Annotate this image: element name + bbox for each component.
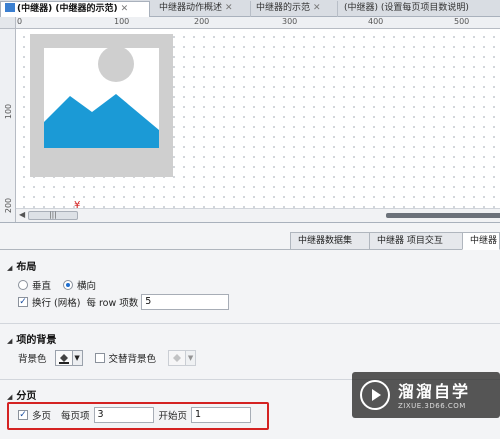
wrap-row: ✓ 换行 (网格) 每 row 项数 5 — [18, 294, 230, 310]
ruler-corner — [0, 17, 16, 29]
background-row: 背景色 ▼ 交替背景色 ▼ — [18, 350, 197, 366]
per-row-input[interactable]: 5 — [141, 294, 230, 310]
vertical-radio[interactable] — [18, 280, 28, 290]
close-icon[interactable]: ✕ — [121, 4, 129, 14]
paint-bucket-icon — [58, 354, 69, 364]
tab-label: 中继器的示范 — [256, 3, 311, 13]
section-label: 分页 — [16, 391, 37, 402]
per-row-label: 每 row 项数 — [86, 298, 139, 309]
alternate-color-label: 交替背景色 — [108, 354, 157, 365]
wrap-checkbox[interactable]: ✓ — [18, 297, 28, 307]
horizontal-label: 横向 — [77, 281, 97, 292]
ruler-label: 200 — [194, 17, 210, 26]
document-tab-bar: (中继器) (中继器的示范) ✕ 中继器动作概述 ✕ 中继器的示范 ✕ (中继器) (… — [0, 0, 500, 17]
ruler-horizontal: 0 100 200 300 400 500 — [16, 17, 500, 29]
page-icon — [5, 3, 15, 12]
highlight-box — [7, 402, 269, 430]
tab-repeater-example[interactable]: 中继器的示范 ✕ — [252, 1, 338, 17]
fill-color-button[interactable] — [54, 350, 73, 366]
design-canvas[interactable]: ¥ — [16, 29, 500, 222]
tab-label: (中继器) (中继器的示范) — [17, 4, 118, 14]
ruler-label: 300 — [282, 17, 298, 26]
background-section-title[interactable]: ◢ 项的背景 — [7, 331, 56, 346]
section-label: 布局 — [16, 262, 37, 273]
tab-repeater-item-interaction[interactable]: 中继器 项目交互 — [369, 232, 463, 250]
scroll-thumb[interactable]: ||| — [28, 211, 78, 220]
ruler-label: 0 — [17, 17, 23, 26]
paint-bucket-icon — [173, 354, 182, 362]
alternate-fill-dropdown[interactable]: ▼ — [186, 350, 197, 366]
wrap-label: 换行 (网格) — [32, 298, 81, 309]
ruler-vertical: 100 200 — [0, 29, 16, 222]
watermark-url: ZIXUE.3D66.COM — [398, 402, 466, 410]
ruler-label: 100 — [4, 103, 14, 120]
tab-repeater-style[interactable]: 中继器 — [462, 232, 500, 250]
canvas-scrollbar[interactable]: ◀ ||| — [16, 208, 500, 222]
fill-color-dropdown[interactable]: ▼ — [72, 350, 83, 366]
close-icon[interactable]: ✕ — [225, 3, 233, 13]
ruler-label: 400 — [368, 17, 384, 26]
tab-repeater-demo[interactable]: (中继器) (中继器的示范) ✕ — [0, 1, 150, 17]
panel-tab-strip: 中继器数据集 中继器 项目交互 中继器 — [0, 232, 500, 250]
alternate-color-checkbox[interactable] — [94, 353, 105, 363]
vertical-label: 垂直 — [32, 281, 52, 292]
tab-label: (中继器) (设置每页项目数说明) — [344, 3, 469, 13]
close-icon[interactable]: ✕ — [313, 3, 321, 13]
play-logo-icon — [360, 380, 390, 410]
scroll-indicator — [386, 213, 500, 218]
bg-color-label: 背景色 — [18, 354, 47, 365]
watermark-overlay: 溜溜自学 ZIXUE.3D66.COM — [352, 372, 500, 418]
paging-section-title[interactable]: ◢ 分页 — [7, 387, 36, 402]
ruler-label: 500 — [454, 17, 470, 26]
section-label: 项的背景 — [16, 335, 57, 346]
ruler-label: 200 — [4, 197, 14, 214]
collapse-icon[interactable]: ◢ — [7, 393, 12, 401]
tab-label: 中继器动作概述 — [159, 3, 223, 13]
collapse-icon[interactable]: ◢ — [7, 337, 12, 345]
tab-items-per-page-help[interactable]: (中继器) (设置每页项目数说明) — [340, 1, 500, 17]
tab-repeater-actions[interactable]: 中继器动作概述 ✕ — [155, 1, 251, 17]
tab-repeater-dataset[interactable]: 中继器数据集 — [290, 232, 370, 250]
scroll-left-icon[interactable]: ◀ — [19, 210, 25, 219]
ruler-label: 100 — [114, 17, 130, 26]
orientation-row: 垂直 横向 — [18, 278, 96, 292]
collapse-icon[interactable]: ◢ — [7, 264, 12, 272]
section-divider — [0, 323, 500, 324]
layout-section-title[interactable]: ◢ 布局 — [7, 258, 36, 273]
alternate-fill-button[interactable] — [168, 350, 187, 366]
horizontal-radio[interactable] — [63, 280, 74, 290]
watermark-title: 溜溜自学 — [398, 382, 471, 401]
image-placeholder-icon — [30, 34, 173, 177]
image-placeholder-widget[interactable] — [30, 34, 173, 177]
